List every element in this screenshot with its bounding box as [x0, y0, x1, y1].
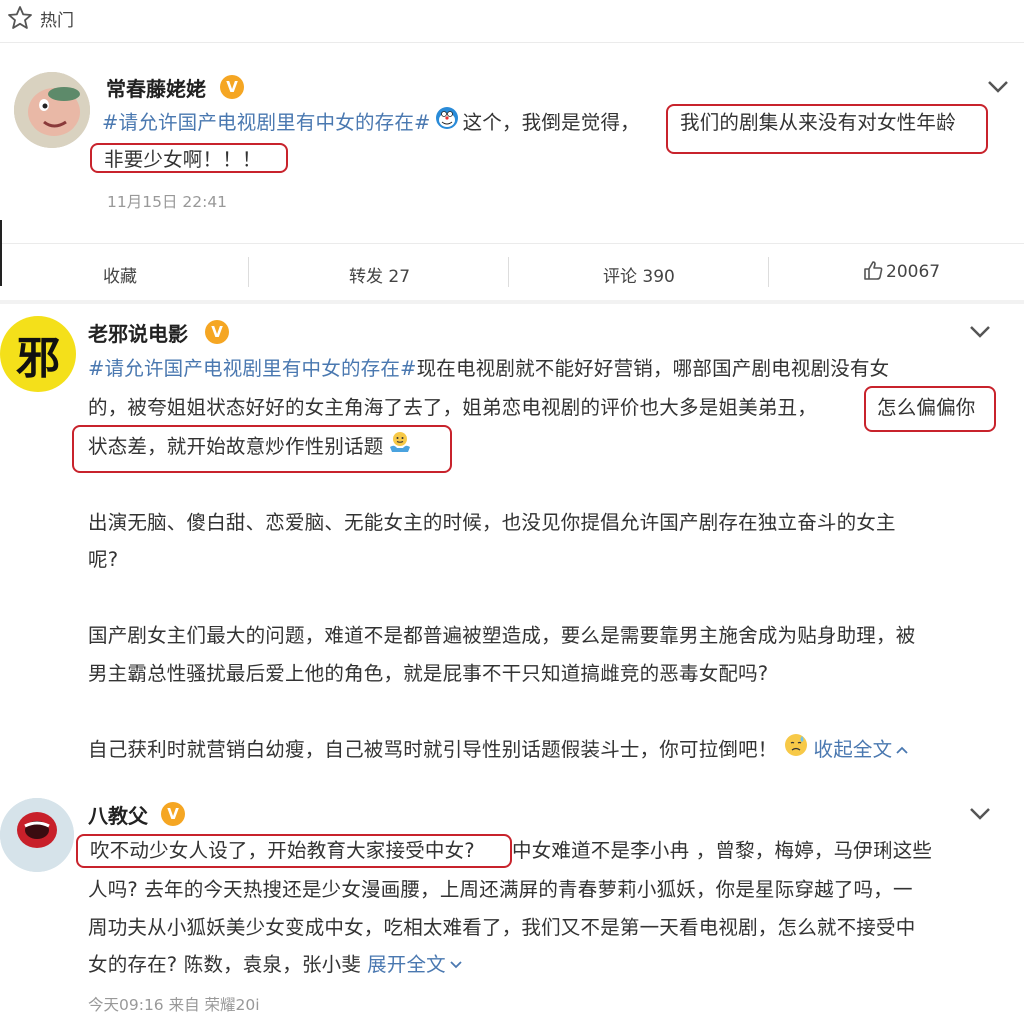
collect-button[interactable]: 收藏	[103, 262, 137, 287]
divider	[508, 257, 509, 287]
post-text: 现在电视剧就不能好好营销，哪部国产剧电视剧没有女	[416, 357, 890, 380]
post-text: 的，被夸姐姐状态好好的女主角海了去了，姐弟恋电视剧的评价也大多是姐美弟丑，	[88, 396, 817, 419]
divider	[0, 300, 1024, 304]
repost-button[interactable]: 转发 27	[349, 262, 410, 287]
verified-badge-icon: V	[205, 320, 229, 344]
topic-link[interactable]: #请允许国产电视剧里有中女的存在#	[88, 357, 417, 380]
chevron-down-icon[interactable]	[966, 321, 994, 341]
avatar[interactable]	[14, 72, 90, 148]
avatar[interactable]: 邪	[0, 316, 76, 392]
divider	[0, 243, 1024, 244]
sweat-emoji-icon	[784, 732, 808, 769]
thumbs-up-icon[interactable]	[862, 259, 884, 281]
username[interactable]: 八教父	[88, 800, 148, 829]
chevron-down-icon[interactable]	[966, 803, 994, 823]
post-text: 呢?	[88, 548, 119, 571]
expand-link[interactable]: 展开全文	[367, 953, 446, 976]
post-text-line: 自己获利时就营销白幼瘦，自己被骂时就引导性别话题假装斗士，你可拉倒吧！ 收起全文	[88, 731, 909, 769]
post-text-line: #请允许国产电视剧里有中女的存在#现在电视剧就不能好好营销，哪部国产剧电视剧没有…	[88, 350, 889, 387]
username[interactable]: 常春藤姥姥	[106, 73, 206, 102]
post-text: 人吗? 去年的今天热搜还是少女漫画腰，上周还满屏的青春萝莉小狐妖，你是星际穿越了…	[88, 878, 913, 901]
chevron-down-icon[interactable]	[449, 946, 463, 983]
post-meta: 今天09:16 来自 荣耀20i	[88, 996, 260, 1014]
collapse-link[interactable]: 收起全文	[814, 738, 893, 761]
post-text: 中女难道不是李小冉 ，曾黎，梅婷，马伊琍这些	[512, 839, 933, 862]
post-text: 这个，我倒是觉得，	[462, 111, 640, 134]
avatar-text: 邪	[16, 333, 60, 384]
divider	[768, 257, 769, 287]
post-text: 男主霸总性骚扰最后爱上他的角色，就是屁事不干只知道搞雌竞的恶毒女配吗?	[88, 662, 769, 685]
username[interactable]: 老邪说电影	[88, 318, 188, 347]
divider	[248, 257, 249, 287]
highlight-box	[864, 386, 996, 432]
topic-link[interactable]: #请允许国产电视剧里有中女的存在#	[102, 111, 431, 134]
post-text: 出演无脑、傻白甜、恋爱脑、无能女主的时候，也没见你提倡允许国产剧存在独立奋斗的女…	[88, 511, 896, 534]
highlight-box	[90, 143, 288, 173]
scrollbar[interactable]	[0, 220, 2, 286]
chevron-down-icon[interactable]	[984, 76, 1012, 96]
verified-badge-icon: V	[161, 802, 185, 826]
highlight-box	[666, 104, 988, 154]
chevron-up-icon[interactable]	[895, 731, 909, 768]
doraemon-emoji-icon	[435, 105, 459, 142]
post-text: 周功夫从小狐妖美少女变成中女，吃相太难看了，我们又不是第一天看电视剧，怎么就不接…	[88, 916, 916, 939]
divider	[0, 42, 1024, 43]
verified-badge-icon: V	[220, 75, 244, 99]
timestamp: 11月15日 22:41	[107, 193, 228, 211]
highlight-box	[72, 425, 452, 473]
comment-button[interactable]: 评论 390	[603, 262, 675, 287]
post-text-line: #请允许国产电视剧里有中女的存在# 这个，我倒是觉得，	[102, 104, 640, 142]
highlight-box	[76, 834, 512, 868]
post-text: 自己获利时就营销白幼瘦，自己被骂时就引导性别话题假装斗士，你可拉倒吧！	[88, 738, 778, 761]
hot-tab-label[interactable]: 热门	[40, 6, 74, 31]
star-outline-icon	[6, 4, 34, 32]
post-text: 国产剧女主们最大的问题，难道不是都普遍被塑造成，要么是需要靠男主施舍成为贴身助理…	[88, 624, 916, 647]
post-text-line: 女的存在? 陈数，袁泉，张小斐 展开全文	[88, 946, 463, 983]
post-text: 女的存在? 陈数，袁泉，张小斐	[88, 953, 362, 976]
avatar[interactable]	[0, 798, 74, 872]
like-count[interactable]: 20067	[886, 262, 940, 282]
